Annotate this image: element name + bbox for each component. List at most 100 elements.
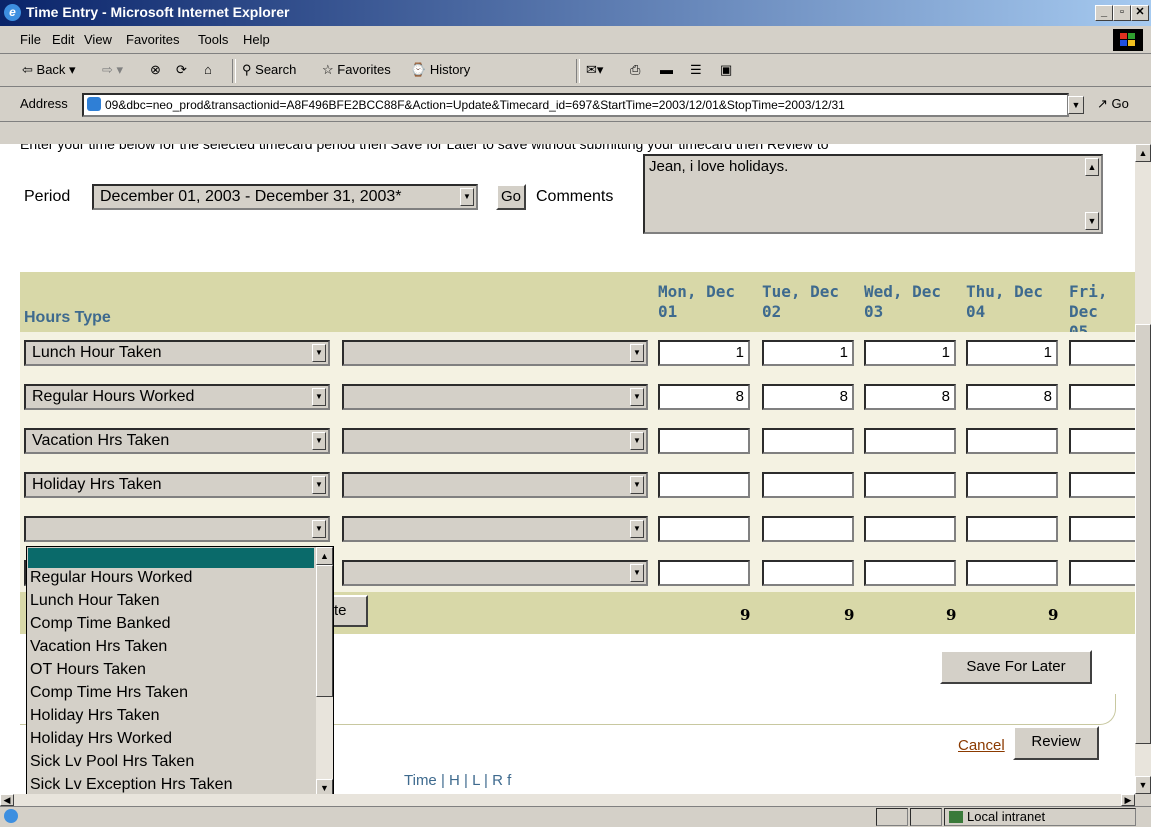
menu-tools[interactable]: Tools: [198, 32, 228, 47]
hours-input[interactable]: [658, 516, 750, 542]
project-select[interactable]: ▼: [342, 560, 648, 586]
dropdown-scrollbar[interactable]: ▲ ▼: [316, 547, 333, 797]
period-select[interactable]: December 01, 2003 - December 31, 2003* ▼: [92, 184, 478, 210]
project-select[interactable]: ▼: [342, 384, 648, 410]
hours-input[interactable]: [1069, 560, 1135, 586]
hours-input[interactable]: [864, 560, 956, 586]
scroll-left-icon[interactable]: ◀: [0, 794, 14, 806]
hours-input[interactable]: [966, 516, 1058, 542]
review-button[interactable]: Review: [1013, 726, 1099, 760]
comments-textarea[interactable]: Jean, i love holidays. ▲ ▼: [643, 154, 1103, 234]
period-go-button[interactable]: Go: [496, 184, 526, 210]
hours-input[interactable]: [864, 472, 956, 498]
dropdown-option[interactable]: Comp Time Hrs Taken: [30, 684, 188, 702]
hours-input[interactable]: [864, 516, 956, 542]
scroll-down-icon[interactable]: ▼: [1135, 776, 1151, 794]
hours-input[interactable]: [658, 560, 750, 586]
hours-input[interactable]: [762, 472, 854, 498]
page-vertical-scrollbar[interactable]: ▲ ▼: [1135, 144, 1151, 794]
hours-input[interactable]: [966, 472, 1058, 498]
maximize-button[interactable]: ▫: [1113, 5, 1131, 21]
hours-input[interactable]: 1: [658, 340, 750, 366]
hours-input[interactable]: [966, 560, 1058, 586]
menu-help[interactable]: Help: [243, 32, 270, 47]
chevron-down-icon: ▼: [630, 564, 644, 582]
hours-input[interactable]: [966, 428, 1058, 454]
page-horizontal-scrollbar[interactable]: ◀ ▶: [0, 794, 1135, 806]
scroll-up-icon[interactable]: ▲: [1135, 144, 1151, 162]
scroll-up-icon[interactable]: ▲: [1085, 158, 1099, 176]
hours-input[interactable]: [762, 516, 854, 542]
minimize-button[interactable]: _: [1095, 5, 1113, 21]
dropdown-option[interactable]: Sick Lv Pool Hrs Taken: [30, 753, 194, 771]
edit-icon[interactable]: ▬: [660, 62, 673, 77]
project-select[interactable]: ▼: [342, 472, 648, 498]
hours-type-select[interactable]: Holiday Hrs Taken ▼: [24, 472, 330, 498]
cancel-link[interactable]: Cancel: [958, 737, 1005, 754]
hours-input[interactable]: [1069, 428, 1135, 454]
mail-icon[interactable]: ✉▾: [586, 62, 603, 78]
dropdown-option[interactable]: Comp Time Banked: [30, 615, 171, 633]
scroll-right-icon[interactable]: ▶: [1121, 794, 1135, 806]
menu-view[interactable]: View: [84, 32, 112, 47]
hours-type-select[interactable]: Lunch Hour Taken ▼: [24, 340, 330, 366]
menu-favorites[interactable]: Favorites: [126, 32, 179, 47]
address-input[interactable]: 09&dbc=neo_prod&transactionid=A8F496BFE2…: [82, 93, 1069, 117]
hours-input[interactable]: 8: [864, 384, 956, 410]
dropdown-highlighted-option[interactable]: [28, 548, 314, 568]
home-icon[interactable]: ⌂: [204, 62, 212, 77]
hours-input[interactable]: [658, 472, 750, 498]
hours-type-select[interactable]: Vacation Hrs Taken ▼: [24, 428, 330, 454]
dropdown-option[interactable]: OT Hours Taken: [30, 661, 146, 679]
hours-type-dropdown-list[interactable]: Regular Hours Worked Lunch Hour Taken Comp…: [26, 546, 334, 800]
project-select[interactable]: ▼: [342, 516, 648, 542]
menu-file[interactable]: File: [20, 32, 41, 47]
address-go-button[interactable]: ↗ Go: [1097, 96, 1129, 112]
hours-input[interactable]: 8: [966, 384, 1058, 410]
chevron-down-icon: ▼: [312, 520, 326, 538]
favorites-button[interactable]: ☆ Favorites: [322, 62, 391, 78]
hours-type-select[interactable]: ▼: [24, 516, 330, 542]
hours-input[interactable]: 1: [966, 340, 1058, 366]
hours-input[interactable]: [864, 428, 956, 454]
scroll-up-icon[interactable]: ▲: [316, 547, 333, 565]
hours-input[interactable]: [1069, 384, 1135, 410]
close-button[interactable]: ✕: [1131, 5, 1149, 21]
scroll-down-icon[interactable]: ▼: [1085, 212, 1099, 230]
project-select[interactable]: ▼: [342, 428, 648, 454]
footer-links-cut[interactable]: Time | H | L | R f: [404, 772, 511, 789]
hours-input[interactable]: 8: [762, 384, 854, 410]
address-dropdown-button[interactable]: ▼: [1068, 96, 1084, 114]
scroll-thumb[interactable]: [1135, 324, 1151, 744]
history-button[interactable]: ⌚ History: [410, 62, 470, 78]
hours-input[interactable]: [1069, 472, 1135, 498]
hours-type-select[interactable]: Regular Hours Worked ▼: [24, 384, 330, 410]
forward-button[interactable]: ⇨ ▾: [102, 62, 123, 78]
search-icon: ⚲: [242, 62, 252, 77]
stop-icon[interactable]: ⊗: [150, 62, 161, 78]
hours-input[interactable]: 1: [864, 340, 956, 366]
hours-input[interactable]: [1069, 340, 1135, 366]
dropdown-option[interactable]: Lunch Hour Taken: [30, 592, 160, 610]
hours-input[interactable]: [658, 428, 750, 454]
save-for-later-button[interactable]: Save For Later: [940, 650, 1092, 684]
refresh-icon[interactable]: ⟳: [176, 62, 187, 78]
project-select[interactable]: ▼: [342, 340, 648, 366]
hours-input[interactable]: 8: [658, 384, 750, 410]
messenger-icon[interactable]: ▣: [720, 62, 732, 78]
hours-input[interactable]: 1: [762, 340, 854, 366]
dropdown-option[interactable]: Sick Lv Exception Hrs Taken: [30, 776, 232, 794]
dropdown-option[interactable]: Regular Hours Worked: [30, 569, 192, 587]
discuss-icon[interactable]: ☰: [690, 62, 702, 78]
search-button[interactable]: ⚲ Search: [242, 62, 296, 78]
menu-edit[interactable]: Edit: [52, 32, 74, 47]
scroll-thumb[interactable]: [316, 565, 333, 697]
dropdown-option[interactable]: Vacation Hrs Taken: [30, 638, 167, 656]
hours-input[interactable]: [1069, 516, 1135, 542]
hours-input[interactable]: [762, 428, 854, 454]
hours-input[interactable]: [762, 560, 854, 586]
print-icon[interactable]: ⎙: [630, 62, 640, 78]
back-button[interactable]: ⇦ Back ▾: [22, 62, 76, 78]
dropdown-option[interactable]: Holiday Hrs Taken: [30, 707, 160, 725]
dropdown-option[interactable]: Holiday Hrs Worked: [30, 730, 172, 748]
